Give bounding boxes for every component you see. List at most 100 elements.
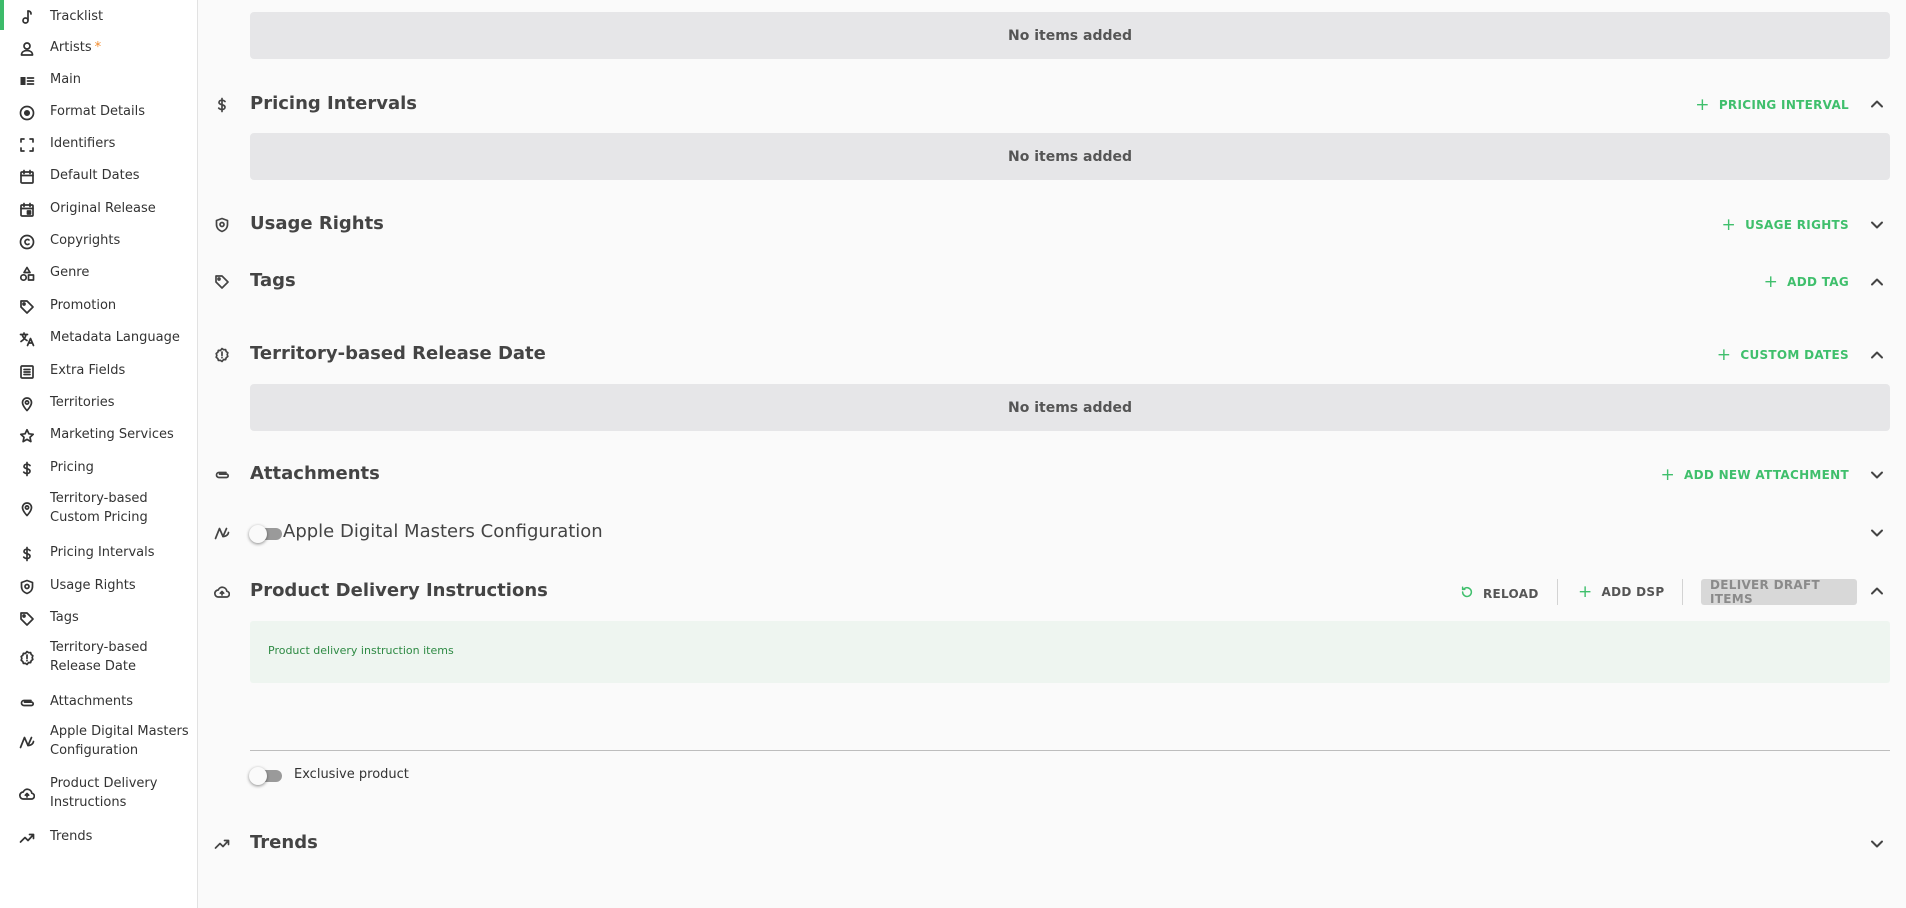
apple-masters-icon bbox=[213, 524, 231, 542]
map-pin-icon bbox=[18, 500, 36, 518]
map-pin-icon bbox=[18, 395, 36, 413]
main-content: No items added Pricing Intervals + PRICIN… bbox=[199, 0, 1906, 908]
sidebar-item-pricing-intervals[interactable]: Pricing Intervals bbox=[0, 541, 197, 563]
sidebar-item-label: Tracklist bbox=[50, 9, 104, 24]
sidebar-item-product-delivery[interactable]: Product Delivery Instructions bbox=[0, 774, 197, 814]
sidebar-item-label: Marketing Services bbox=[50, 427, 174, 442]
chevron-down-icon[interactable] bbox=[1869, 525, 1885, 541]
sidebar-item-label: Attachments bbox=[50, 694, 133, 709]
deliver-draft-items-button[interactable]: DELIVER DRAFT ITEMS bbox=[1701, 578, 1857, 606]
sidebar-item-label: Artists bbox=[50, 40, 92, 55]
shield-icon bbox=[18, 578, 36, 596]
chevron-up-icon[interactable] bbox=[1869, 583, 1885, 599]
sidebar-item-tracklist[interactable]: Tracklist bbox=[0, 4, 197, 26]
add-tag-button[interactable]: + ADD TAG bbox=[1763, 272, 1849, 292]
sidebar-item-artists[interactable]: Artists * bbox=[0, 36, 197, 58]
trending-up-icon bbox=[213, 835, 231, 853]
sidebar-item-pricing[interactable]: Pricing bbox=[0, 456, 197, 478]
sidebar-item-original-release[interactable]: Original Release bbox=[0, 197, 197, 219]
sidebar-item-usage-rights[interactable]: Usage Rights bbox=[0, 574, 197, 596]
chevron-up-icon[interactable] bbox=[1869, 274, 1885, 290]
alert-badge-icon bbox=[213, 346, 231, 364]
sidebar-item-copyrights[interactable]: Copyrights bbox=[0, 229, 197, 251]
translate-icon bbox=[18, 330, 36, 348]
shapes-icon bbox=[18, 265, 36, 283]
add-new-attachment-button[interactable]: + ADD NEW ATTACHMENT bbox=[1660, 467, 1849, 484]
sidebar-item-label: Metadata Language bbox=[50, 330, 180, 345]
chevron-down-icon[interactable] bbox=[1869, 467, 1885, 483]
reload-button[interactable]: RELOAD bbox=[1460, 585, 1539, 602]
disc-icon bbox=[18, 104, 36, 122]
tag-icon bbox=[18, 298, 36, 316]
sidebar-item-label: Trends bbox=[50, 829, 93, 844]
copyright-icon bbox=[18, 233, 36, 251]
sidebar-item-territories[interactable]: Territories bbox=[0, 391, 197, 413]
section-title-apple-masters: Apple Digital Masters Configuration bbox=[283, 521, 603, 542]
sidebar-item-identifiers[interactable]: Identifiers bbox=[0, 132, 197, 154]
paperclip-icon bbox=[18, 694, 36, 712]
add-pricing-interval-button[interactable]: + PRICING INTERVAL bbox=[1695, 95, 1849, 115]
sidebar-item-label: Identifiers bbox=[50, 136, 116, 151]
sidebar-item-marketing-services[interactable]: Marketing Services bbox=[0, 423, 197, 445]
sidebar-item-territory-custom-pricing[interactable]: Territory-based Custom Pricing bbox=[0, 489, 197, 529]
alert-badge-icon bbox=[18, 649, 36, 667]
apple-masters-toggle[interactable] bbox=[249, 525, 282, 543]
sidebar-item-tags[interactable]: Tags bbox=[0, 606, 197, 628]
sidebar-item-apple-digital-masters[interactable]: Apple Digital Masters Configuration bbox=[0, 722, 197, 762]
reload-icon bbox=[1460, 585, 1474, 602]
dollar-icon bbox=[18, 460, 36, 478]
sidebar-item-default-dates[interactable]: Default Dates bbox=[0, 164, 197, 186]
empty-state-box: No items added bbox=[250, 12, 1890, 59]
star-icon bbox=[18, 427, 36, 445]
sidebar-item-format-details[interactable]: Format Details bbox=[0, 100, 197, 122]
sidebar-item-metadata-language[interactable]: Metadata Language bbox=[0, 326, 197, 348]
shield-icon bbox=[213, 216, 231, 234]
plus-icon: + bbox=[1716, 345, 1732, 365]
divider bbox=[250, 750, 1890, 751]
divider bbox=[1557, 579, 1558, 605]
tag-icon bbox=[18, 610, 36, 628]
chevron-down-icon[interactable] bbox=[1869, 836, 1885, 852]
sidebar-item-attachments[interactable]: Attachments bbox=[0, 690, 197, 712]
add-usage-rights-button[interactable]: + USAGE RIGHTS bbox=[1721, 215, 1849, 235]
sidebar-item-genre[interactable]: Genre bbox=[0, 261, 197, 283]
plus-icon: + bbox=[1578, 582, 1593, 602]
sidebar-item-label: Territory-based Custom Pricing bbox=[50, 491, 148, 525]
section-title-usage-rights: Usage Rights bbox=[250, 213, 384, 234]
sidebar-item-label: Product Delivery Instructions bbox=[50, 776, 158, 810]
plus-icon: + bbox=[1763, 272, 1779, 292]
sidebar-item-territory-release-date[interactable]: Territory-based Release Date bbox=[0, 638, 197, 678]
sidebar-item-promotion[interactable]: Promotion bbox=[0, 294, 197, 316]
sidebar-item-label: Original Release bbox=[50, 201, 156, 216]
add-custom-dates-button[interactable]: + CUSTOM DATES bbox=[1716, 345, 1849, 365]
sidebar-item-label: Pricing bbox=[50, 460, 94, 475]
sidebar-item-extra-fields[interactable]: Extra Fields bbox=[0, 359, 197, 381]
sidebar: Tracklist Artists * Main Format Details I… bbox=[0, 0, 198, 908]
sidebar-item-label: Format Details bbox=[50, 104, 146, 119]
cloud-upload-icon bbox=[18, 785, 36, 803]
section-title-trends: Trends bbox=[250, 832, 318, 853]
dollar-icon bbox=[213, 96, 231, 114]
chevron-down-icon[interactable] bbox=[1869, 217, 1885, 233]
section-title-attachments: Attachments bbox=[250, 463, 380, 484]
sidebar-item-trends[interactable]: Trends bbox=[0, 825, 197, 847]
delivery-panel-text: Product delivery instruction items bbox=[268, 644, 454, 657]
add-dsp-button[interactable]: + ADD DSP bbox=[1578, 582, 1664, 602]
tag-icon bbox=[213, 273, 231, 291]
plus-icon: + bbox=[1695, 95, 1710, 115]
sidebar-item-label: Copyrights bbox=[50, 233, 121, 248]
section-title-product-delivery: Product Delivery Instructions bbox=[250, 580, 548, 601]
sidebar-item-label: Apple Digital Masters Configuration bbox=[50, 724, 189, 758]
section-title-pricing-intervals: Pricing Intervals bbox=[250, 93, 418, 114]
chevron-up-icon[interactable] bbox=[1869, 96, 1885, 112]
exclusive-product-toggle[interactable] bbox=[249, 767, 282, 785]
sidebar-item-main[interactable]: Main bbox=[0, 68, 197, 90]
section-title-territory-release-date: Territory-based Release Date bbox=[250, 343, 546, 364]
chevron-up-icon[interactable] bbox=[1869, 347, 1885, 363]
sidebar-item-label: Territory-based Release Date bbox=[50, 640, 148, 674]
delivery-instructions-panel: Product delivery instruction items bbox=[250, 621, 1890, 683]
sidebar-item-label: Default Dates bbox=[50, 168, 140, 183]
plus-icon: + bbox=[1721, 215, 1737, 235]
dollar-icon bbox=[18, 545, 36, 563]
sidebar-item-label: Territories bbox=[50, 395, 115, 410]
